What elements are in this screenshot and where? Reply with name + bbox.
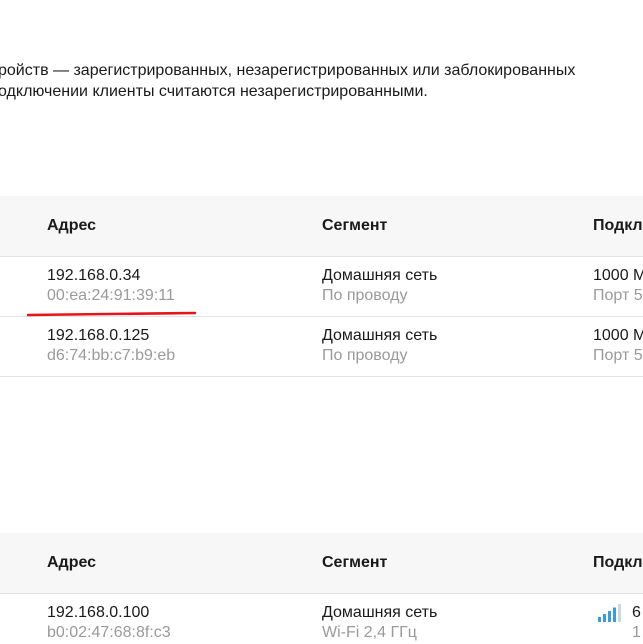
table-header: Адрес Сегмент Подкл [0, 533, 643, 594]
segment-name: Домашняя сеть [322, 327, 438, 344]
page: ройств — зарегистрированных, незарегистр… [0, 0, 643, 644]
address-cell: 192.168.0.34 00:ea:24:91:39:11 [47, 266, 175, 306]
table-row[interactable]: 192.168.0.34 00:ea:24:91:39:11 Домашняя … [0, 257, 643, 317]
address-cell: 192.168.0.125 d6:74:bb:c7:b9:eb [47, 326, 175, 366]
segment-name: Домашняя сеть [322, 267, 438, 284]
connection-cell: 1000 М Порт 5 [593, 326, 643, 366]
segment-name: Домашняя сеть [322, 604, 438, 621]
mac-address: b0:02:47:68:8f:c3 [47, 624, 171, 641]
signal-sub-value: 1 [632, 624, 641, 641]
port-label: Порт 5 [593, 347, 643, 364]
segment-cell: Домашняя сеть По проводу [322, 266, 437, 306]
address-cell: 192.168.0.100 b0:02:47:68:8f:c3 [47, 603, 171, 643]
connection-medium: Wi-Fi 2,4 ГГц [322, 624, 417, 641]
connection-medium: По проводу [322, 287, 408, 304]
intro-line-2: одключении клиенты считаются незарегистр… [0, 83, 428, 100]
table-row[interactable]: 192.168.0.100 b0:02:47:68:8f:c3 Домашняя… [0, 594, 643, 644]
header-segment[interactable]: Сегмент [322, 533, 387, 593]
ip-address: 192.168.0.34 [47, 267, 141, 284]
signal-value: 6 [632, 604, 641, 621]
header-address[interactable]: Адрес [47, 196, 96, 256]
wifi-signal-bars-icon [598, 604, 621, 622]
segment-cell: Домашняя сеть Wi-Fi 2,4 ГГц [322, 603, 437, 643]
mac-address: d6:74:bb:c7:b9:eb [47, 347, 176, 364]
header-connection[interactable]: Подкл [593, 196, 643, 256]
clients-table-wireless: Адрес Сегмент Подкл 192.168.0.100 b0:02:… [0, 533, 643, 644]
clients-table-wired: Адрес Сегмент Подкл 192.168.0.34 00:ea:2… [0, 196, 643, 377]
intro-line-1: ройств — зарегистрированных, незарегистр… [0, 62, 576, 79]
intro-text: ройств — зарегистрированных, незарегистр… [0, 60, 643, 102]
header-address[interactable]: Адрес [47, 533, 96, 593]
link-speed: 1000 М [593, 267, 643, 284]
header-connection[interactable]: Подкл [593, 533, 643, 593]
mac-address: 00:ea:24:91:39:11 [47, 287, 175, 304]
link-speed: 1000 М [593, 327, 643, 344]
ip-address: 192.168.0.100 [47, 604, 150, 621]
connection-cell: 1000 М Порт 5 [593, 266, 643, 306]
table-header: Адрес Сегмент Подкл [0, 196, 643, 257]
port-label: Порт 5 [593, 287, 643, 304]
connection-medium: По проводу [322, 347, 408, 364]
segment-cell: Домашняя сеть По проводу [322, 326, 437, 366]
header-segment[interactable]: Сегмент [322, 196, 387, 256]
ip-address: 192.168.0.125 [47, 327, 150, 344]
table-row[interactable]: 192.168.0.125 d6:74:bb:c7:b9:eb Домашняя… [0, 317, 643, 377]
